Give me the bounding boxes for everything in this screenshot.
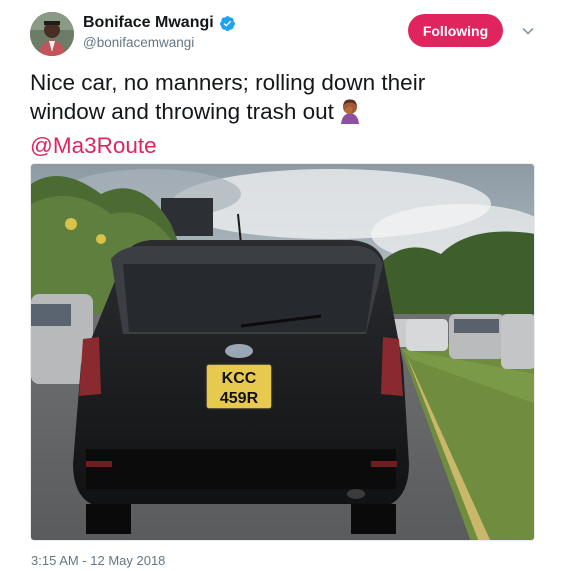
tweet-text-line: Nice car, no manners; rolling down their xyxy=(30,70,426,95)
tweet-timestamp[interactable]: 3:15 AM - 12 May 2018 xyxy=(31,553,165,568)
author-handle[interactable]: @bonifacemwangi xyxy=(83,35,236,50)
tweet-text-line-2: window and throwing trash out xyxy=(30,97,540,131)
license-plate-line-1: KCC xyxy=(222,370,257,387)
display-name-row: Boniface Mwangi xyxy=(83,14,236,32)
license-plate-line-2: 459R xyxy=(220,390,259,407)
following-button[interactable]: Following xyxy=(408,14,503,47)
tweet-header: Boniface Mwangi @bonifacemwangi Followin… xyxy=(30,10,544,58)
avatar[interactable] xyxy=(30,12,74,56)
person-facepalming-icon xyxy=(338,98,362,131)
tweet-text: Nice car, no manners; rolling down their… xyxy=(30,68,540,160)
tweet-photo[interactable]: KCC 459R xyxy=(30,163,535,541)
chevron-down-icon[interactable] xyxy=(521,24,535,38)
mention-link[interactable]: @Ma3Route xyxy=(30,131,540,160)
author-names: Boniface Mwangi @bonifacemwangi xyxy=(83,14,236,50)
tweet-text-segment: window and throwing trash out xyxy=(30,99,334,124)
author-display-name[interactable]: Boniface Mwangi xyxy=(83,14,214,32)
verified-badge-icon xyxy=(219,15,236,32)
